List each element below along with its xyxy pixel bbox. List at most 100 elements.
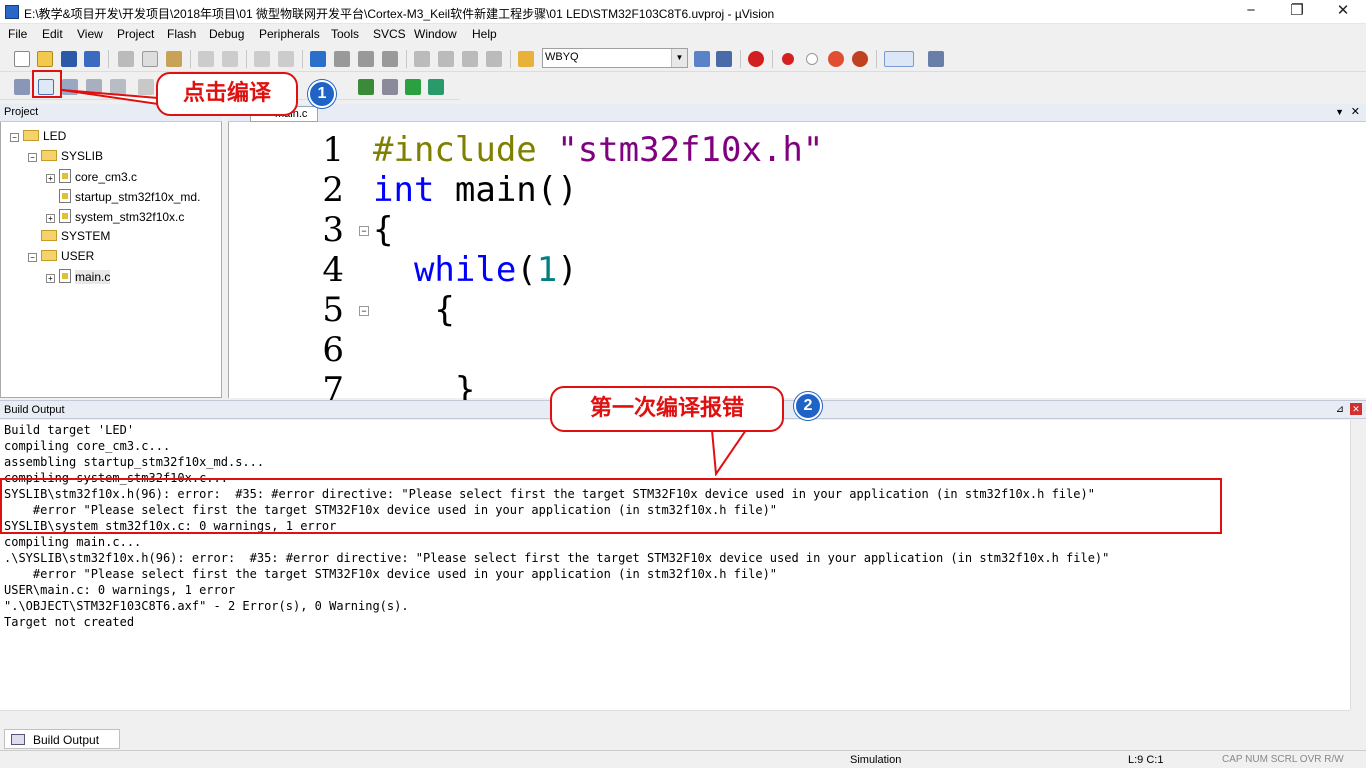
undo-icon[interactable] [198, 51, 214, 67]
build-line: .\SYSLIB\stm32f10x.h(96): error: #35: #e… [4, 551, 1110, 565]
menu-help[interactable]: Help [472, 27, 497, 41]
tree-item-system[interactable]: SYSTEM [41, 229, 110, 243]
line-number: 2 [322, 170, 344, 210]
pack-installer-icon[interactable] [428, 79, 444, 95]
incremental-find-icon[interactable] [716, 51, 732, 67]
folder-icon [41, 250, 57, 261]
code-token: while [373, 250, 517, 290]
error-highlight-box [0, 478, 1222, 534]
menu-edit[interactable]: Edit [42, 27, 63, 41]
configure-icon[interactable] [928, 51, 944, 67]
fold-toggle-icon[interactable]: − [359, 306, 369, 316]
tree-item-user[interactable]: − USER [28, 249, 94, 263]
bookmark-prev-icon[interactable] [334, 51, 350, 67]
build-output-hscroll[interactable] [0, 710, 1350, 726]
file-icon [59, 209, 71, 223]
bookmark-icon[interactable] [310, 51, 326, 67]
file-icon [59, 269, 71, 283]
close-tab-icon[interactable]: ✕ [1351, 105, 1360, 118]
highlight-build-button [32, 70, 62, 98]
open-folder-icon[interactable] [37, 51, 53, 67]
app-icon [5, 5, 19, 19]
select-packs-icon[interactable] [405, 79, 421, 95]
folder-icon [23, 130, 39, 141]
build-line: compiling main.c... [4, 535, 142, 549]
fold-toggle-icon[interactable]: − [359, 226, 369, 236]
target-select[interactable]: WBYQ ▼ [542, 48, 688, 68]
pin-icon[interactable]: ⊿ [1336, 404, 1344, 415]
build-line: Build target 'LED' [4, 423, 135, 437]
menu-peripherals[interactable]: Peripherals [259, 27, 320, 41]
nav-back-icon[interactable] [254, 51, 270, 67]
step-badge-1: 1 [308, 80, 336, 108]
code-line: { [373, 290, 454, 330]
build-output-vscroll[interactable] [1350, 420, 1366, 710]
copy-icon[interactable] [142, 51, 158, 67]
menu-flash[interactable]: Flash [167, 27, 196, 41]
menu-svcs[interactable]: SVCS [373, 27, 406, 41]
build-line: #error "Please select first the target S… [4, 567, 778, 581]
translate-icon[interactable] [14, 79, 30, 95]
status-flags: CAP NUM SCRL OVR R/W [1222, 754, 1344, 765]
tab-dropdown-icon[interactable]: ▼ [1335, 107, 1344, 117]
code-line: { [373, 210, 393, 250]
build-output-text[interactable]: Build target 'LED' compiling core_cm3.c.… [0, 420, 1350, 710]
unindent-icon[interactable] [438, 51, 454, 67]
code-token: { [373, 210, 394, 250]
close-pane-icon[interactable]: ✕ [1350, 403, 1362, 415]
code-token: 1 [536, 250, 558, 290]
new-file-icon[interactable] [14, 51, 30, 67]
code-token: main() [434, 170, 578, 210]
find-icon[interactable] [694, 51, 710, 67]
target-options-icon[interactable] [358, 79, 374, 95]
bookmark-clear-icon[interactable] [382, 51, 398, 67]
comment-icon[interactable] [462, 51, 478, 67]
breakpoint-icon[interactable] [782, 53, 794, 65]
menu-view[interactable]: View [77, 27, 103, 41]
code-token: ) [557, 250, 578, 290]
build-line: ".\OBJECT\STM32F103C8T6.axf" - 2 Error(s… [4, 599, 409, 613]
code-editor[interactable]: 1 2 3 4 5 6 7 − − #include "stm32f10x.h"… [228, 122, 1366, 410]
file-icon [59, 169, 71, 183]
debug-session-icon[interactable] [748, 51, 764, 67]
menu-project[interactable]: Project [117, 27, 154, 41]
status-bar: Simulation L:9 C:1 CAP NUM SCRL OVR R/W [0, 750, 1366, 768]
uncomment-icon[interactable] [486, 51, 502, 67]
window-title: E:\教学&项目开发\开发项目\2018年项目\01 微型物联网开发平台\Cor… [24, 7, 775, 21]
window-layout-icon[interactable] [884, 51, 914, 67]
redo-icon[interactable] [222, 51, 238, 67]
breakpoint-disable-all-icon[interactable] [828, 51, 844, 67]
editor-tab-bar: ▼ ✕ [228, 104, 1366, 122]
nav-forward-icon[interactable] [278, 51, 294, 67]
menu-debug[interactable]: Debug [209, 27, 244, 41]
minimize-button[interactable]: − [1228, 0, 1274, 24]
code-token: "stm32f10x.h" [557, 130, 824, 170]
code-token: int [373, 170, 435, 210]
menu-window[interactable]: Window [414, 27, 457, 41]
close-button[interactable]: ✕ [1320, 0, 1366, 24]
breakpoint-disable-icon[interactable] [806, 53, 818, 65]
manage-components-icon[interactable] [382, 79, 398, 95]
tree-item-syslib[interactable]: − SYSLIB [28, 149, 103, 163]
tree-item-main-c[interactable]: + main.c [46, 269, 111, 284]
status-position: L:9 C:1 [1128, 754, 1164, 766]
save-icon[interactable] [61, 51, 77, 67]
tree-item-led[interactable]: − LED [10, 129, 66, 143]
find-in-files-icon[interactable] [518, 51, 534, 67]
bookmark-next-icon[interactable] [358, 51, 374, 67]
breakpoint-kill-all-icon[interactable] [852, 51, 868, 67]
build-line: USER\main.c: 0 warnings, 1 error [4, 583, 236, 597]
tree-item-system-stm32[interactable]: + system_stm32f10x.c [46, 209, 184, 224]
save-all-icon[interactable] [84, 51, 100, 67]
maximize-button[interactable]: ❐ [1274, 0, 1320, 24]
tree-item-startup[interactable]: startup_stm32f10x_md. [59, 189, 200, 204]
indent-icon[interactable] [414, 51, 430, 67]
tree-item-core-cm3[interactable]: + core_cm3.c [46, 169, 137, 184]
menu-tools[interactable]: Tools [331, 27, 359, 41]
callout1-pointer [61, 89, 159, 106]
tab-build-output[interactable]: Build Output [4, 729, 120, 749]
paste-icon[interactable] [166, 51, 182, 67]
chevron-down-icon: ▼ [671, 49, 687, 67]
cut-icon[interactable] [118, 51, 134, 67]
menu-file[interactable]: File [8, 27, 27, 41]
